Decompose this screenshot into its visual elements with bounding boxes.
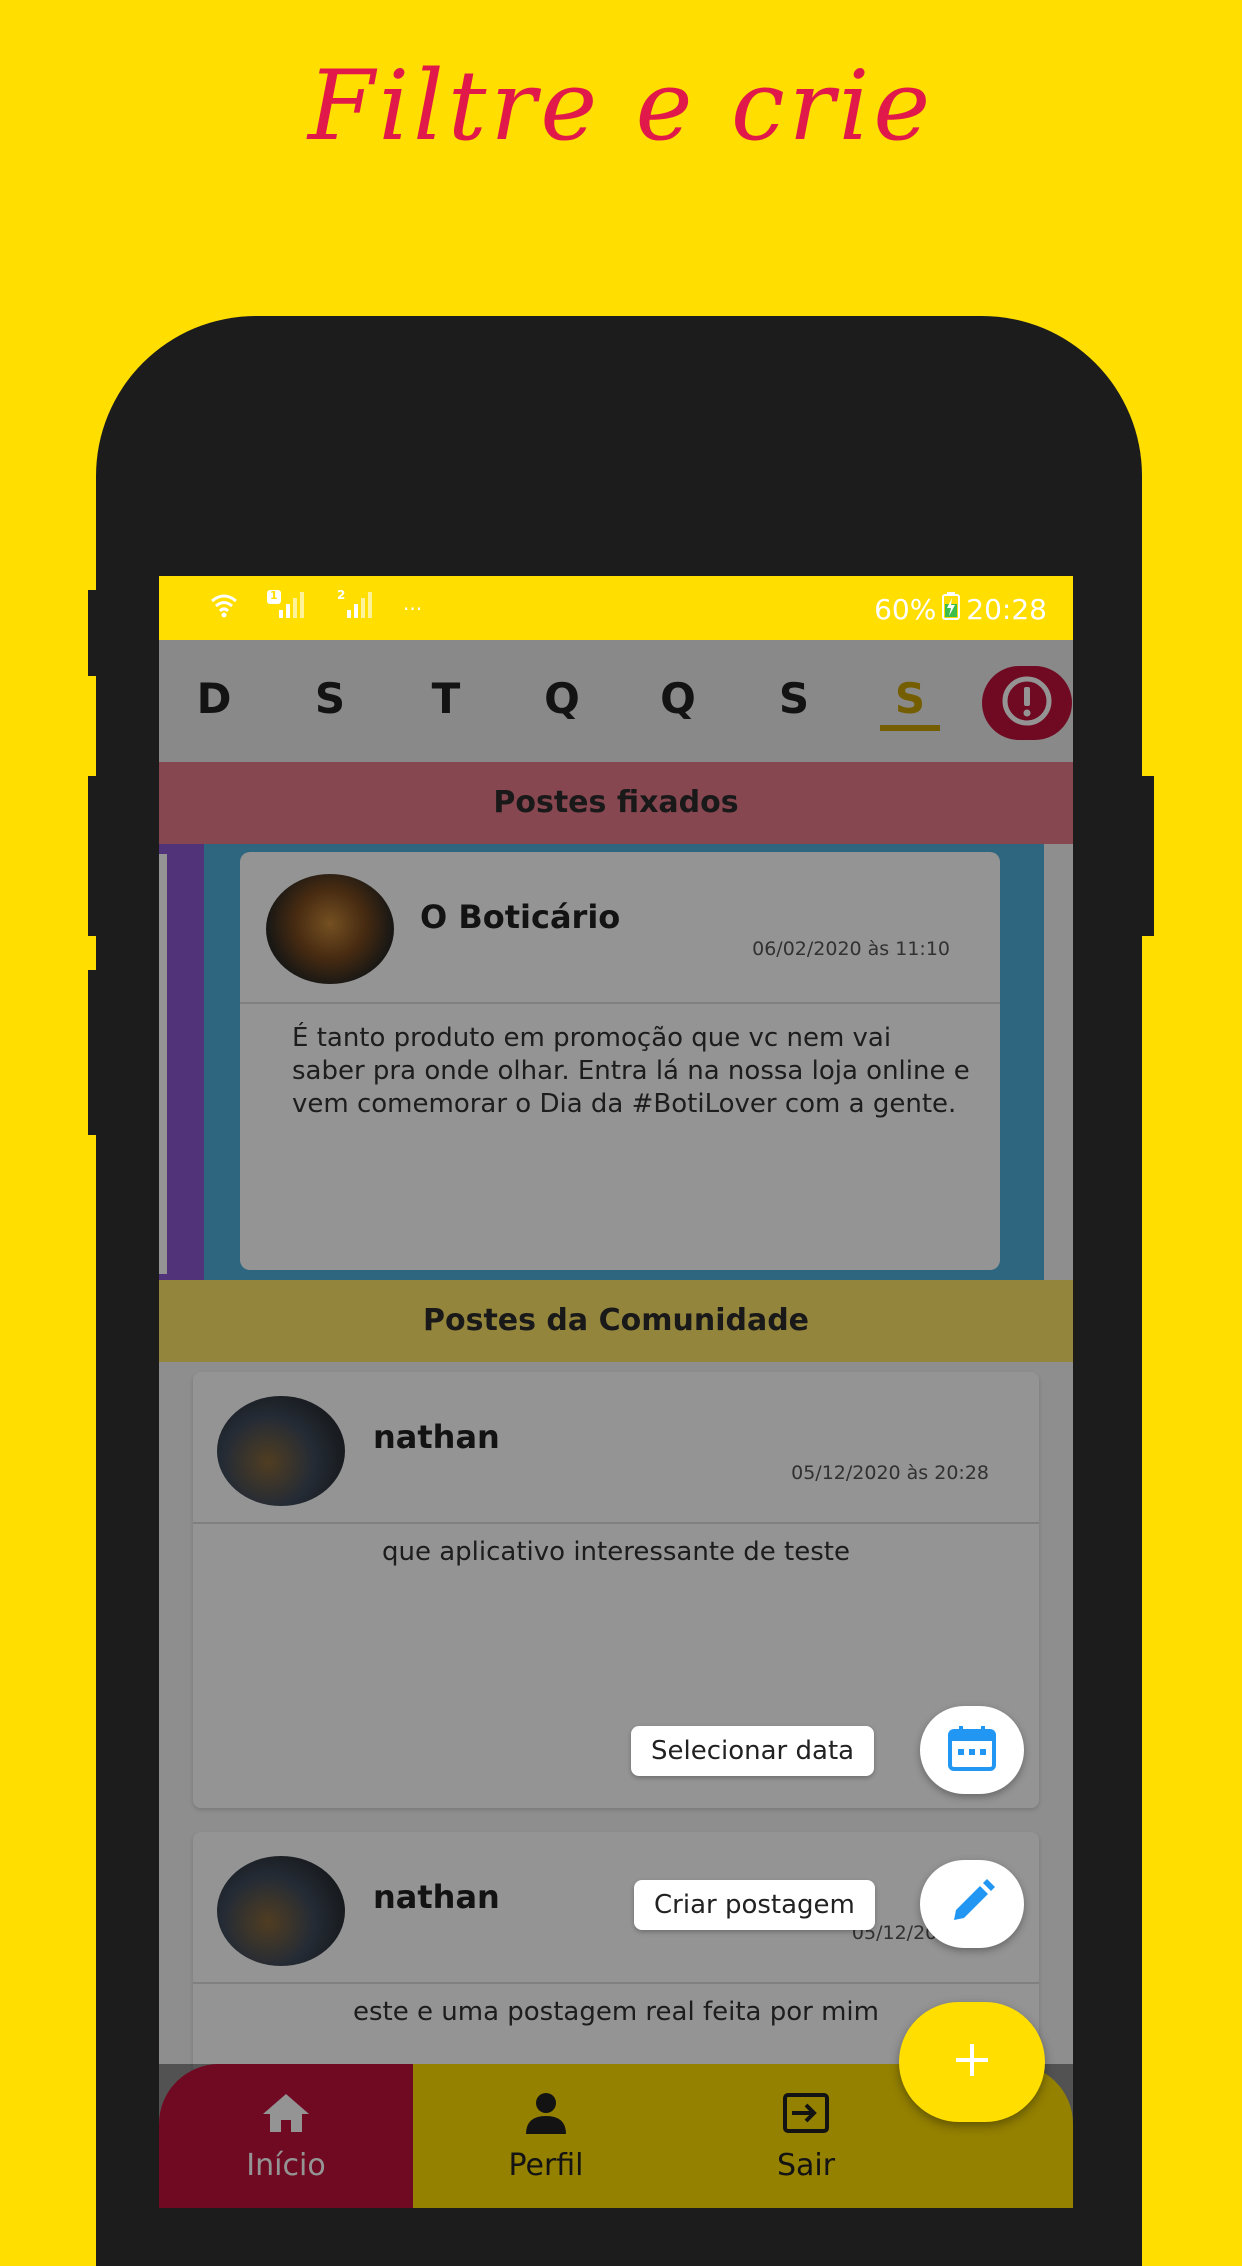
clock: 20:28 (966, 593, 1047, 626)
pencil-icon (948, 1878, 996, 1930)
plus-icon (952, 2040, 992, 2084)
sim1-badge: 1 (270, 589, 278, 602)
main-fab-button[interactable] (899, 2002, 1045, 2122)
signal-sim1-icon: 1 (267, 589, 307, 627)
more-notifications-icon: ··· (403, 596, 423, 621)
select-date-button[interactable] (920, 1706, 1024, 1794)
promo-headline: Filtre e crie (307, 50, 935, 162)
phone-side-button (1142, 776, 1154, 936)
phone-side-button (88, 776, 100, 936)
wifi-icon (209, 590, 239, 627)
create-post-button[interactable] (920, 1860, 1024, 1948)
calendar-icon (947, 1725, 997, 1775)
select-date-label[interactable]: Selecionar data (631, 1726, 875, 1776)
signal-sim2-icon: 2 (335, 588, 375, 627)
battery-percentage: 60% (874, 593, 937, 626)
phone-side-button (88, 970, 100, 1135)
sim2-badge: 2 (337, 588, 346, 602)
status-bar: 1 2 ··· 60% 20:28 (159, 576, 1073, 640)
app-screen: 1 2 ··· 60% 20:28 D S T Q Q S S Postes f… (159, 576, 1073, 2208)
create-post-label[interactable]: Criar postagem (634, 1880, 875, 1930)
speed-dial-backdrop[interactable] (159, 640, 1073, 2208)
phone-side-button (88, 590, 100, 676)
battery-charging-icon (942, 592, 961, 627)
